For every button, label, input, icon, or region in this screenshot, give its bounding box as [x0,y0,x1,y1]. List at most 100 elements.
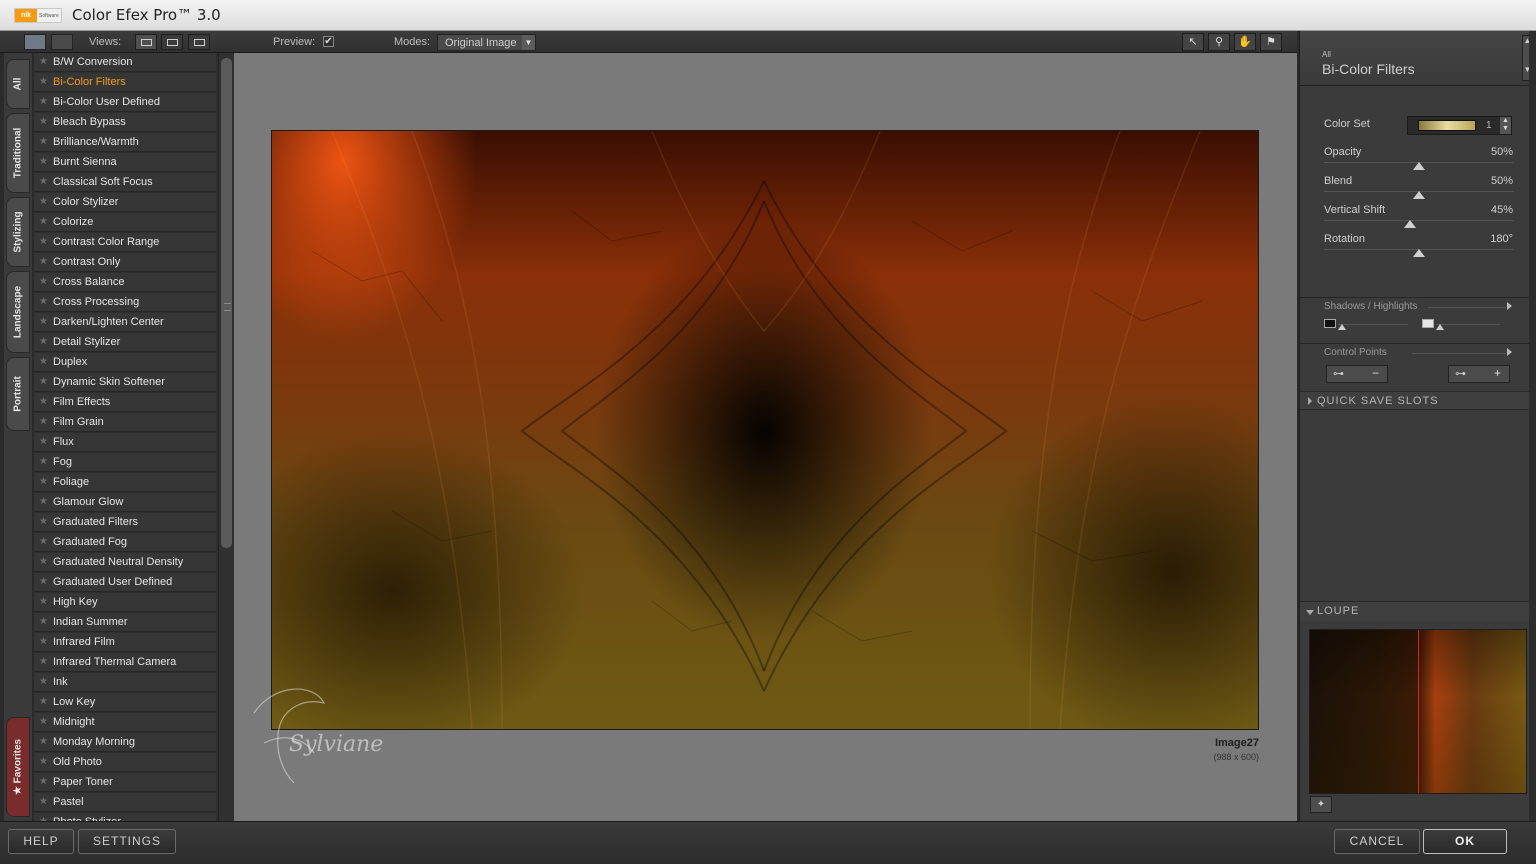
tab-stylizing[interactable]: Stylizing [6,197,30,267]
favorite-star-icon[interactable]: ★ [39,156,48,167]
favorite-star-icon[interactable]: ★ [39,196,48,207]
slider-knob[interactable] [1413,249,1425,257]
filter-list-scrollbar[interactable] [218,53,234,821]
view-single-button[interactable] [135,34,157,50]
favorite-star-icon[interactable]: ★ [39,716,48,727]
pin-tool-button[interactable]: ⚑ [1260,33,1282,51]
slider-track[interactable] [1324,220,1514,221]
filter-item[interactable]: ★ Brilliance/Warmth [34,133,216,152]
favorite-star-icon[interactable]: ★ [39,576,48,587]
favorite-star-icon[interactable]: ★ [39,796,48,807]
filter-item[interactable]: ★ Pastel [34,793,216,812]
filter-item[interactable]: ★ Contrast Only [34,253,216,272]
favorite-star-icon[interactable]: ★ [39,56,48,67]
view-side-by-side-button[interactable] [188,34,210,50]
favorite-star-icon[interactable]: ★ [39,176,48,187]
filter-item[interactable]: ★ Graduated Neutral Density [34,553,216,572]
favorite-star-icon[interactable]: ★ [39,216,48,227]
filter-item[interactable]: ★ Graduated Filters [34,513,216,532]
filter-item[interactable]: ★ Foliage [34,473,216,492]
favorite-star-icon[interactable]: ★ [39,236,48,247]
favorite-star-icon[interactable]: ★ [39,476,48,487]
filter-item[interactable]: ★ Graduated Fog [34,533,216,552]
filter-item[interactable]: ★ Dynamic Skin Softener [34,373,216,392]
favorite-star-icon[interactable]: ★ [39,776,48,787]
mode-select[interactable]: Original Image ▼ [437,34,536,51]
filter-item[interactable]: ★ Ink [34,673,216,692]
favorite-star-icon[interactable]: ★ [39,396,48,407]
pointer-tool-button[interactable]: ↖ [1182,33,1204,51]
shadows-slider-knob[interactable] [1338,324,1346,330]
slider-knob[interactable] [1413,162,1425,170]
shadows-slider-track[interactable] [1338,324,1408,325]
favorite-star-icon[interactable]: ★ [39,756,48,767]
loupe-preview[interactable] [1309,629,1527,794]
favorite-star-icon[interactable]: ★ [39,316,48,327]
favorite-star-icon[interactable]: ★ [39,656,48,667]
cancel-button[interactable]: CANCEL [1334,829,1420,854]
filter-item[interactable]: ★ Bi-Color Filters [34,73,216,92]
filter-item[interactable]: ★ Film Grain [34,413,216,432]
highlights-slider-track[interactable] [1436,324,1500,325]
favorite-star-icon[interactable]: ★ [39,736,48,747]
favorite-star-icon[interactable]: ★ [39,516,48,527]
preview-canvas[interactable]: Sylviane Image27 (988 x 600) [234,53,1297,821]
filter-item[interactable]: ★ Paper Toner [34,773,216,792]
filter-item[interactable]: ★ Fog [34,453,216,472]
filter-item[interactable]: ★ Graduated User Defined [34,573,216,592]
filter-item[interactable]: ★ Bleach Bypass [34,113,216,132]
settings-button[interactable]: SETTINGS [78,829,176,854]
view-split-button[interactable] [161,34,183,50]
filter-item[interactable]: ★ Burnt Sienna [34,153,216,172]
favorite-star-icon[interactable]: ★ [39,556,48,567]
favorite-star-icon[interactable]: ★ [39,416,48,427]
hand-tool-button[interactable]: ✋ [1234,33,1256,51]
favorite-star-icon[interactable]: ★ [39,76,48,87]
quick-save-slots-header[interactable]: QUICK SAVE SLOTS [1300,391,1536,410]
loupe-header[interactable]: LOUPE [1300,601,1536,621]
stepper-arrows-icon[interactable]: ▲ ▼ [1500,117,1511,134]
filter-item[interactable]: ★ Cross Balance [34,273,216,292]
favorite-star-icon[interactable]: ★ [39,596,48,607]
favorite-star-icon[interactable]: ★ [39,496,48,507]
tab-favorites[interactable]: ★ Favorites [6,717,30,817]
filter-item[interactable]: ★ Color Stylizer [34,193,216,212]
filter-item[interactable]: ★ Flux [34,433,216,452]
filter-item[interactable]: ★ Classical Soft Focus [34,173,216,192]
favorite-star-icon[interactable]: ★ [39,636,48,647]
preview-checkbox[interactable]: ✔ [323,36,334,47]
color-set-select[interactable]: 1 ▲ ▼ [1407,116,1512,135]
slider-knob[interactable] [1403,220,1416,228]
list-view-button[interactable] [51,34,73,50]
filter-item[interactable]: ★ Contrast Color Range [34,233,216,252]
filter-item[interactable]: ★Photo Stylizer [34,813,216,821]
tab-landscape[interactable]: Landscape [6,271,30,353]
filter-item[interactable]: ★ High Key [34,593,216,612]
add-control-point-button[interactable]: ⊶ + [1448,365,1510,383]
favorite-star-icon[interactable]: ★ [39,456,48,467]
filter-item[interactable]: ★ Colorize [34,213,216,232]
loupe-pin-button[interactable]: ✦ [1310,796,1332,813]
tab-traditional[interactable]: Traditional [6,113,30,193]
zoom-tool-button[interactable]: ⚲ [1208,33,1230,51]
filter-item[interactable]: ★ Glamour Glow [34,493,216,512]
filter-item[interactable]: ★ Midnight [34,713,216,732]
favorite-star-icon[interactable]: ★ [39,616,48,627]
favorite-star-icon[interactable]: ★ [39,676,48,687]
slider-knob[interactable] [1413,191,1425,199]
favorite-star-icon[interactable]: ★ [39,436,48,447]
favorite-star-icon[interactable]: ★ [39,136,48,147]
filter-item[interactable]: ★ Film Effects [34,393,216,412]
favorite-star-icon[interactable]: ★ [39,296,48,307]
filter-item[interactable]: ★ Darken/Lighten Center [34,313,216,332]
tab-all[interactable]: All [6,59,30,109]
chevron-right-icon[interactable] [1507,302,1512,310]
preview-image[interactable] [271,130,1259,730]
filter-item[interactable]: ★ B/W Conversion [34,53,216,72]
help-button[interactable]: HELP [8,829,74,854]
favorite-star-icon[interactable]: ★ [39,276,48,287]
filter-item[interactable]: ★ Bi-Color User Defined [34,93,216,112]
scrollbar-thumb[interactable] [221,58,232,548]
favorite-star-icon[interactable]: ★ [39,116,48,127]
favorite-star-icon[interactable]: ★ [39,376,48,387]
